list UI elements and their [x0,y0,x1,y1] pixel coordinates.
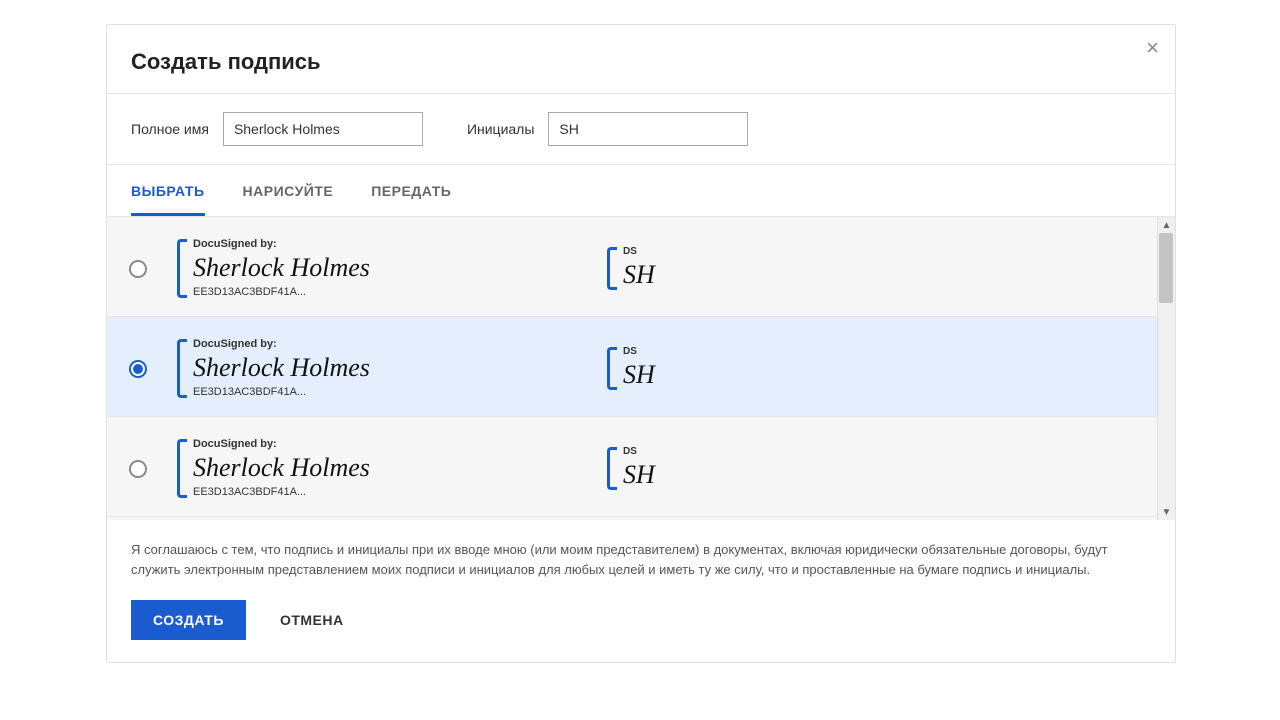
radio-icon [129,260,147,278]
full-name-label: Полное имя [131,121,209,137]
signature-id: EE3D13AC3BDF41A... [193,486,607,498]
initials-label: Инициалы [467,121,534,137]
initials-preview: SH [623,459,807,490]
scroll-up-icon[interactable]: ▲ [1158,217,1175,233]
dialog-header: Создать подпись × [107,25,1175,94]
name-fields-row: Полное имя Инициалы [107,94,1175,165]
legal-disclaimer: Я соглашаюсь с тем, что подпись и инициа… [107,520,1175,586]
bracket-icon [177,239,187,297]
radio-icon [129,460,147,478]
initials-input[interactable] [548,112,748,146]
initials-preview: SH [623,259,807,290]
close-icon[interactable]: × [1146,35,1159,61]
signature-preview: Sherlock Holmes [193,252,607,283]
signature-box-label: DocuSigned by: [193,339,607,350]
cancel-button[interactable]: ОТМЕНА [274,611,350,629]
tabs: ВЫБРАТЬ НАРИСУЙТЕ ПЕРЕДАТЬ [107,165,1175,217]
signature-id: EE3D13AC3BDF41A... [193,386,607,398]
signature-style-list: DocuSigned by: Sherlock Holmes EE3D13AC3… [107,217,1175,520]
signature-preview: Sherlock Holmes [193,352,607,383]
scroll-thumb[interactable] [1159,233,1173,303]
initials-box-label: DS [623,447,807,457]
initials-box-label: DS [623,247,807,257]
bracket-icon [607,347,617,390]
initials-box-label: DS [623,347,807,357]
create-button[interactable]: СОЗДАТЬ [131,600,246,640]
dialog-title: Создать подпись [131,49,1151,75]
signature-preview: Sherlock Holmes [193,452,607,483]
signature-box-label: DocuSigned by: [193,239,607,250]
full-name-input[interactable] [223,112,423,146]
scroll-down-icon[interactable]: ▼ [1158,504,1175,520]
signature-box-label: DocuSigned by: [193,439,607,450]
bracket-icon [177,439,187,497]
signature-id: EE3D13AC3BDF41A... [193,286,607,298]
bracket-icon [177,339,187,397]
signature-style-option-2[interactable]: DocuSigned by: Sherlock Holmes EE3D13AC3… [107,317,1157,417]
radio-icon [129,360,147,378]
bracket-icon [607,447,617,490]
dialog-footer: СОЗДАТЬ ОТМЕНА [107,586,1175,662]
bracket-icon [607,247,617,290]
tab-draw[interactable]: НАРИСУЙТЕ [243,165,334,216]
create-signature-dialog: Создать подпись × Полное имя Инициалы ВЫ… [106,24,1176,663]
signature-style-option-1[interactable]: DocuSigned by: Sherlock Holmes EE3D13AC3… [107,217,1157,317]
scrollbar[interactable]: ▲ ▼ [1157,217,1175,520]
signature-style-option-3[interactable]: DocuSigned by: Sherlock Holmes EE3D13AC3… [107,417,1157,517]
initials-preview: SH [623,359,807,390]
tab-upload[interactable]: ПЕРЕДАТЬ [371,165,451,216]
tab-select[interactable]: ВЫБРАТЬ [131,165,205,216]
